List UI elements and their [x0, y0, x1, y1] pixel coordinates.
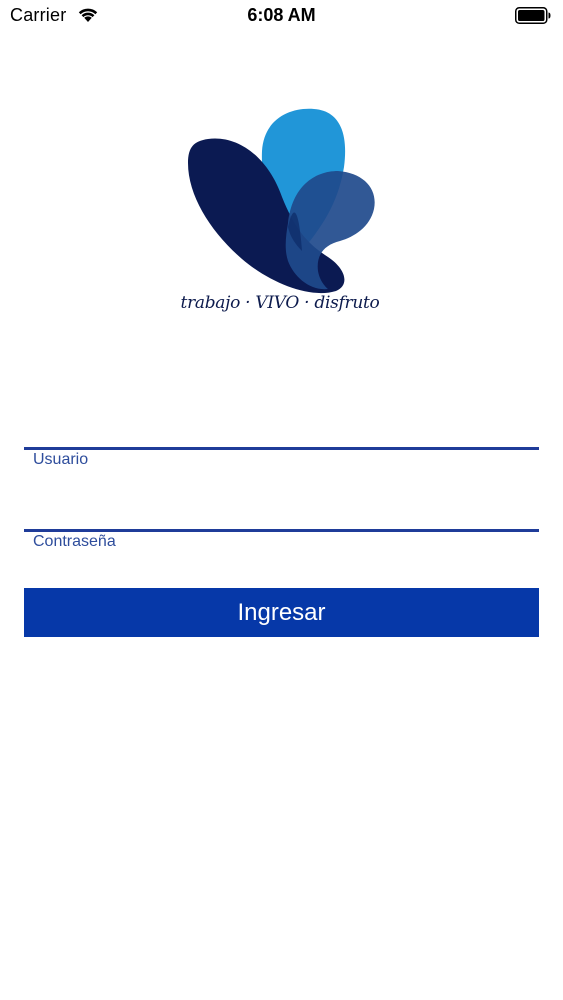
password-input[interactable]: [24, 484, 543, 526]
password-field: Contraseña: [24, 529, 539, 551]
username-underline: [24, 447, 539, 450]
battery-icon: [515, 7, 551, 24]
logo-tagline: trabajo · VIVO · disfruto: [180, 293, 380, 313]
password-underline: [24, 529, 539, 532]
password-label: Contraseña: [33, 533, 116, 550]
clock: 6:08 AM: [247, 5, 316, 25]
login-button[interactable]: Ingresar: [24, 588, 539, 637]
username-label: Usuario: [33, 451, 89, 468]
username-field: Usuario: [24, 447, 539, 469]
status-bar: Carrier 6:08 AM: [0, 0, 563, 34]
username-input[interactable]: [24, 402, 543, 444]
